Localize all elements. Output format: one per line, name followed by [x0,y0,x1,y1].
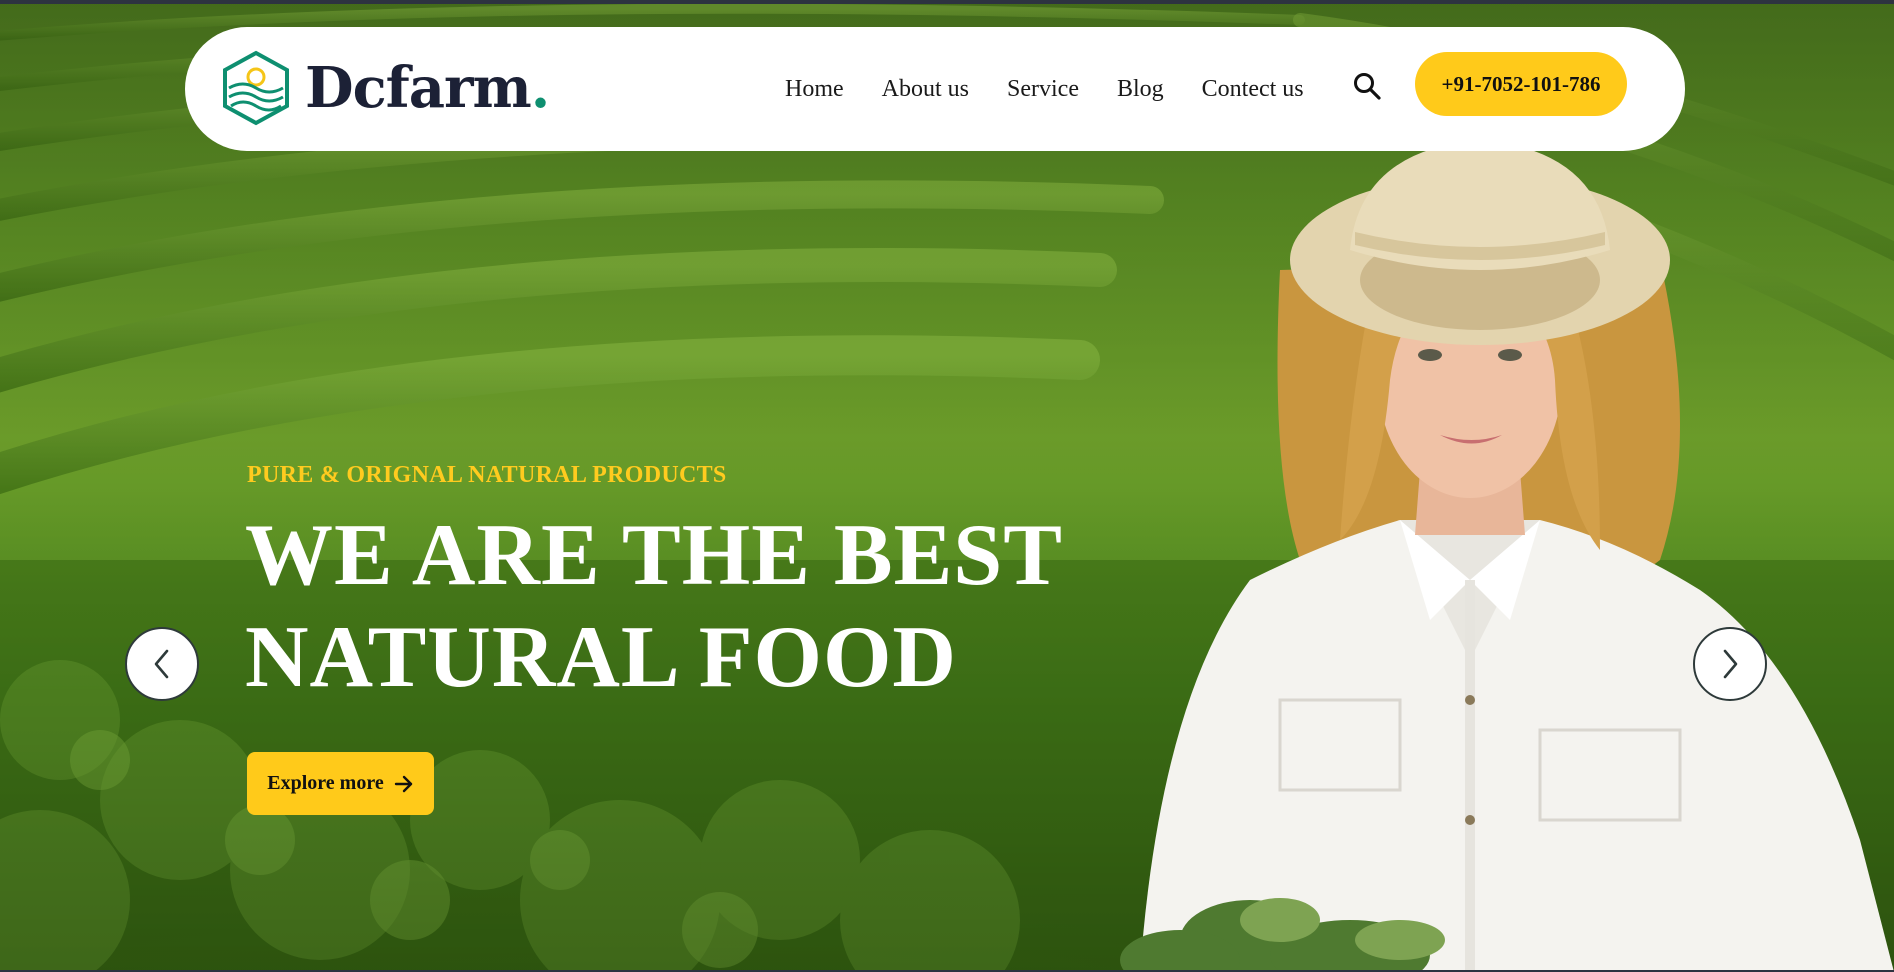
logo-icon [223,50,289,126]
slider-next-button[interactable] [1693,627,1767,701]
explore-more-label: Explore more [267,772,384,794]
nav-blog[interactable]: Blog [1117,76,1164,103]
chevron-right-icon [1723,649,1738,679]
hero-headline-line-1: WE ARE THE BEST [245,507,1063,604]
hero-tagline: PURE & ORIGNAL NATURAL PRODUCTS [247,462,727,488]
logo[interactable]: Dcfarm. [221,50,550,126]
slider-prev-button[interactable] [125,627,199,701]
main-nav: Home About us Service Blog Contect us [785,27,1304,151]
nav-service[interactable]: Service [1007,76,1079,103]
logo-wordmark: Dcfarm. [305,55,550,121]
chevron-left-icon [154,649,169,679]
top-border [0,0,1894,4]
hero-section: Dcfarm. Home About us Service Blog Conte… [0,0,1894,972]
nav-about-us[interactable]: About us [882,76,969,103]
explore-more-button[interactable]: Explore more [247,752,434,815]
farmer-woman-image [1120,140,1894,972]
phone-button[interactable]: +91-7052-101-786 [1415,52,1627,116]
search-icon[interactable] [1352,71,1382,101]
hero-headline: WE ARE THE BEST NATURAL FOOD [245,505,1063,709]
hero-headline-line-2: NATURAL FOOD [245,609,957,706]
nav-home[interactable]: Home [785,76,844,103]
site-header: Dcfarm. Home About us Service Blog Conte… [185,27,1685,151]
arrow-right-icon [394,775,412,792]
nav-contact-us[interactable]: Contect us [1202,76,1304,103]
